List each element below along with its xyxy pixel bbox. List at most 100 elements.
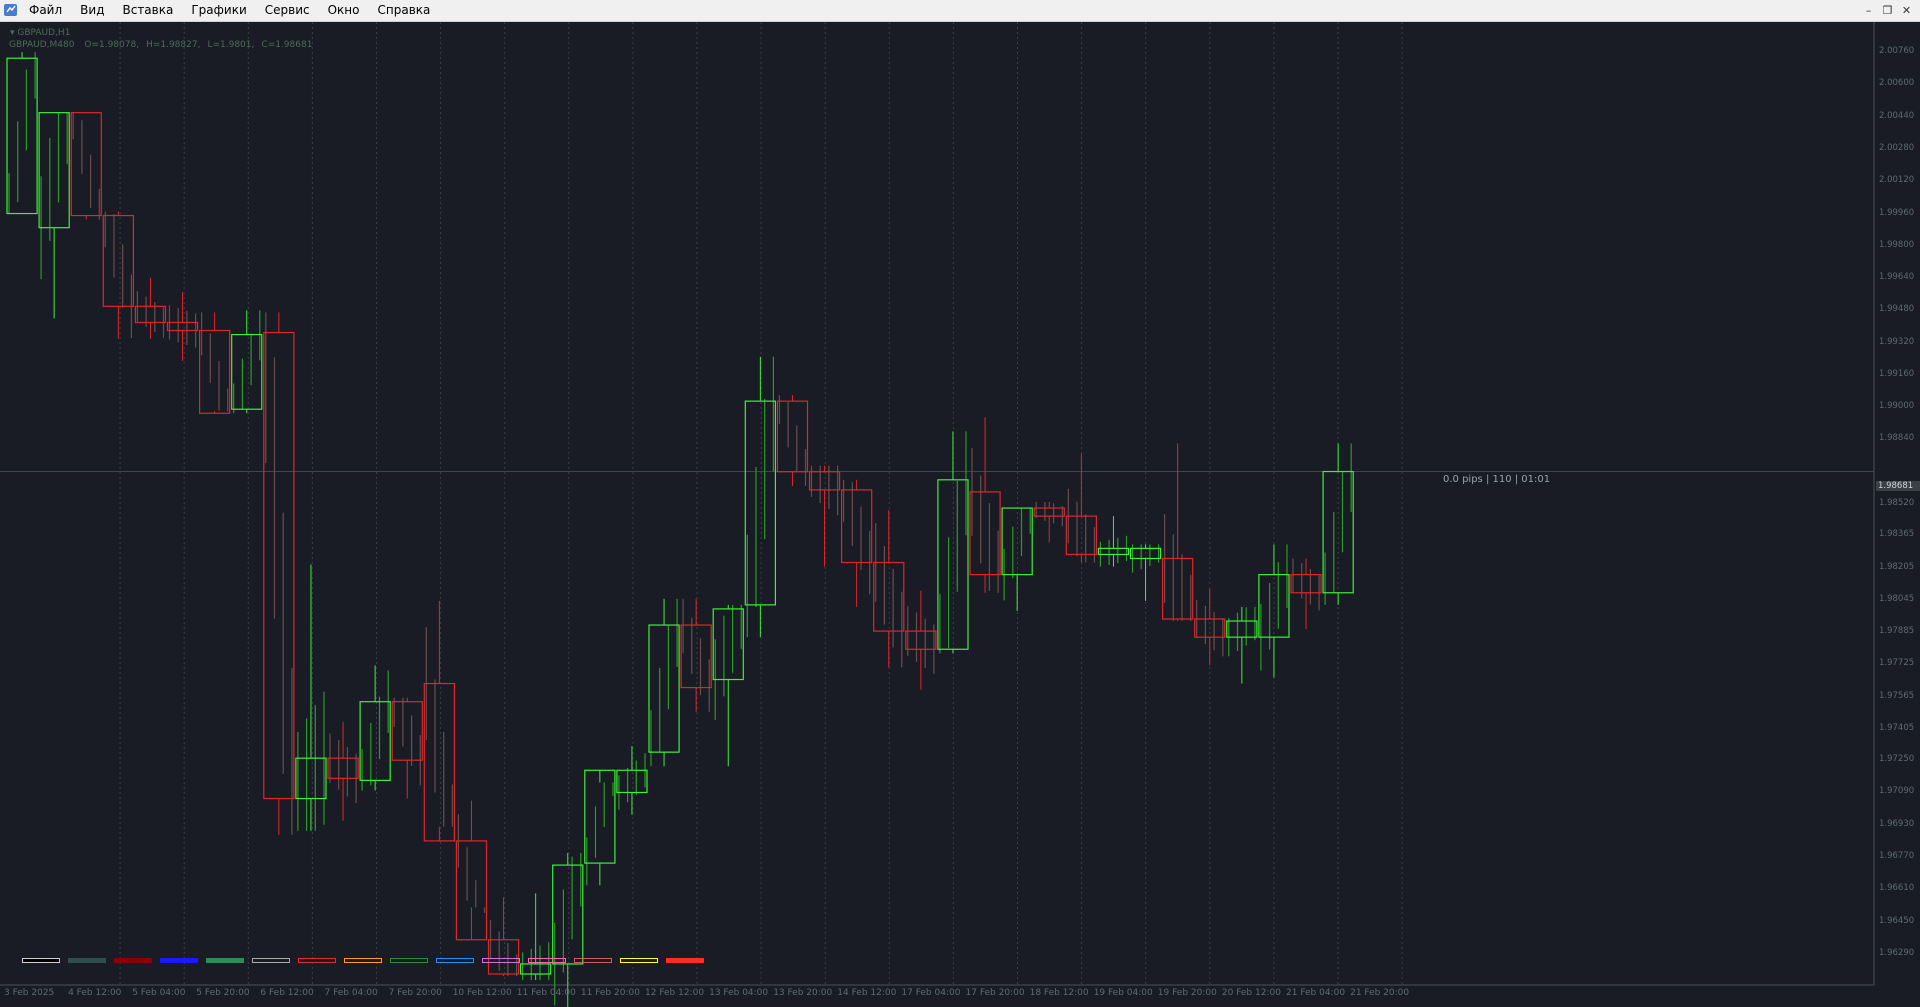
color-swatch[interactable]: [390, 958, 428, 963]
time-label: 3 Feb 2025: [4, 988, 55, 998]
candle-body: [519, 963, 552, 975]
price-label: 1.96450: [1879, 915, 1915, 926]
app-icon[interactable]: [3, 2, 19, 18]
price-label: 2.00440: [1879, 110, 1915, 121]
menu-item-2[interactable]: Вставка: [113, 0, 182, 21]
price-label: 1.97885: [1879, 626, 1915, 637]
color-swatch[interactable]: [666, 958, 704, 963]
time-label: 19 Feb 20:00: [1157, 988, 1217, 998]
restore-icon[interactable]: ❐: [1878, 0, 1897, 21]
candle-body: [199, 329, 231, 414]
price-label: 1.99960: [1879, 207, 1915, 218]
price-label: 1.97725: [1879, 658, 1915, 669]
menu-item-0[interactable]: Файл: [20, 0, 71, 21]
overlay-timeframe: GBPAUD,M480: [9, 40, 75, 50]
candle-body: [263, 331, 295, 800]
candle-body: [648, 624, 680, 753]
candle-body: [776, 400, 809, 473]
price-label: 2.00280: [1879, 142, 1915, 153]
time-label: 4 Feb 12:00: [68, 988, 122, 998]
color-swatch[interactable]: [574, 958, 612, 963]
price-label: 2.00120: [1879, 175, 1915, 186]
candle-body: [1033, 507, 1065, 517]
time-label: 5 Feb 20:00: [196, 988, 250, 998]
menu-item-1[interactable]: Вид: [71, 0, 113, 21]
candle-body: [102, 214, 135, 307]
menu-item-6[interactable]: Справка: [369, 0, 440, 21]
time-label: 13 Feb 04:00: [709, 988, 769, 998]
candle-body: [391, 701, 423, 761]
price-label: 1.97250: [1879, 754, 1915, 765]
time-label: 17 Feb 04:00: [901, 988, 961, 998]
menu-bar: Файл Вид Вставка Графики Сервис Окно Справка –…: [0, 0, 1920, 22]
candle-body: [744, 400, 776, 606]
price-label: 1.99160: [1879, 368, 1915, 379]
time-label: 17 Feb 20:00: [965, 988, 1025, 998]
chart-window[interactable]: [0, 22, 1920, 1007]
candle-body: [552, 864, 584, 965]
color-swatch[interactable]: [482, 958, 520, 963]
time-label: 21 Feb 04:00: [1286, 988, 1346, 998]
time-label: 20 Feb 12:00: [1221, 988, 1281, 998]
color-swatch[interactable]: [344, 958, 382, 963]
price-label: 1.99000: [1879, 401, 1915, 412]
time-label: 12 Feb 12:00: [645, 988, 705, 998]
price-label: 1.97565: [1879, 690, 1915, 701]
color-swatch[interactable]: [436, 958, 474, 963]
close-icon[interactable]: ✕: [1897, 0, 1916, 21]
candle-body: [70, 112, 102, 217]
time-label: 6 Feb 12:00: [260, 988, 314, 998]
candle-body: [808, 471, 841, 491]
candle-body: [359, 701, 391, 781]
candle-body: [6, 57, 38, 215]
price-label: 1.98365: [1879, 529, 1915, 540]
time-label: 7 Feb 04:00: [324, 988, 378, 998]
status-readout: 0.0 pips | 110 | 01:01: [1443, 474, 1551, 485]
high-value: H=1.98827,: [146, 40, 201, 50]
open-value: O=1.98078,: [84, 40, 140, 50]
price-label: 1.96610: [1879, 883, 1915, 894]
color-swatch[interactable]: [22, 958, 60, 963]
candle-body: [1290, 574, 1322, 594]
price-label: 2.00760: [1879, 46, 1915, 57]
price-label: 1.99480: [1879, 304, 1915, 315]
price-label: 1.98520: [1879, 498, 1915, 509]
candle-body: [873, 561, 905, 632]
color-swatch[interactable]: [114, 958, 152, 963]
price-label: 1.97405: [1879, 722, 1915, 733]
candle-body: [134, 305, 167, 324]
menu-item-3[interactable]: Графики: [182, 0, 255, 21]
time-label: 5 Feb 04:00: [132, 988, 186, 998]
price-label: 1.99320: [1879, 336, 1915, 347]
color-swatch[interactable]: [68, 958, 106, 963]
time-label: 19 Feb 04:00: [1093, 988, 1153, 998]
color-swatch[interactable]: [160, 958, 198, 963]
candle-body: [905, 630, 937, 650]
color-swatch[interactable]: [206, 958, 244, 963]
price-label: 2.00600: [1879, 78, 1915, 89]
time-label: 7 Feb 20:00: [388, 988, 442, 998]
menu-item-5[interactable]: Окно: [319, 0, 369, 21]
price-label: 1.96930: [1879, 818, 1915, 829]
candle-body: [231, 333, 263, 410]
color-swatch[interactable]: [620, 958, 658, 963]
candle-body: [680, 624, 712, 689]
chart-canvas[interactable]: [0, 22, 1920, 1007]
candle-body: [327, 757, 359, 779]
color-swatch[interactable]: [252, 958, 290, 963]
price-label: 1.97090: [1879, 786, 1915, 797]
candle-body: [616, 769, 648, 794]
price-label: 1.98205: [1879, 561, 1915, 572]
color-swatch[interactable]: [528, 958, 566, 963]
time-label: 21 Feb 20:00: [1350, 988, 1410, 998]
color-swatch[interactable]: [298, 958, 336, 963]
chart-symbol-title: ▾ GBPAUD,H1: [10, 28, 71, 38]
time-label: 13 Feb 20:00: [773, 988, 833, 998]
time-label: 11 Feb 04:00: [516, 988, 576, 998]
candle-body: [38, 112, 70, 229]
candle-body: [584, 769, 616, 864]
time-label: 10 Feb 12:00: [452, 988, 512, 998]
menu-item-4[interactable]: Сервис: [256, 0, 319, 21]
minimize-icon[interactable]: –: [1859, 0, 1878, 21]
close-value: C=1.98681: [261, 40, 313, 50]
